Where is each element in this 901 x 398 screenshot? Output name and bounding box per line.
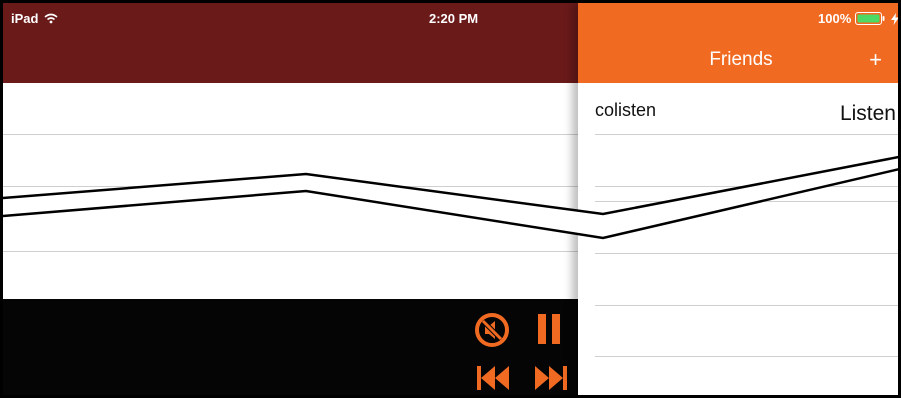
rewind-icon <box>477 366 509 390</box>
friends-title: Friends <box>709 49 773 70</box>
battery-percent: 100% <box>818 11 852 26</box>
friends-pane: Friends + colisten Listen <box>578 3 898 395</box>
rewind-button[interactable] <box>473 363 513 393</box>
pause-icon <box>538 314 560 344</box>
status-time: 2:20 PM <box>429 11 479 26</box>
main-header <box>3 3 578 83</box>
battery-icon <box>855 12 885 25</box>
device-label: iPad <box>11 11 39 26</box>
mute-icon <box>475 313 509 347</box>
fast-forward-button[interactable] <box>531 363 571 393</box>
row-divider <box>595 253 898 254</box>
row-divider <box>595 134 898 135</box>
app-window: Friends + colisten Listen iPad 2:20 PM 1… <box>0 0 901 398</box>
row-divider <box>3 251 578 252</box>
add-friend-button[interactable]: + <box>869 47 882 73</box>
row-divider <box>3 186 578 187</box>
mute-button[interactable] <box>473 311 511 349</box>
fast-forward-icon <box>535 366 567 390</box>
listen-button[interactable]: Listen <box>840 102 896 126</box>
row-divider <box>595 201 898 202</box>
status-left: iPad <box>11 11 58 26</box>
player-bar <box>3 299 578 395</box>
row-divider <box>595 186 898 187</box>
row-divider <box>3 134 578 135</box>
row-divider <box>595 305 898 306</box>
wifi-icon <box>44 13 58 24</box>
row-divider <box>595 356 898 357</box>
charging-bolt-icon <box>891 12 898 25</box>
main-pane <box>3 3 578 395</box>
status-right: 100% <box>818 11 898 26</box>
friend-name: colisten <box>595 100 657 120</box>
pause-button[interactable] <box>533 309 565 349</box>
